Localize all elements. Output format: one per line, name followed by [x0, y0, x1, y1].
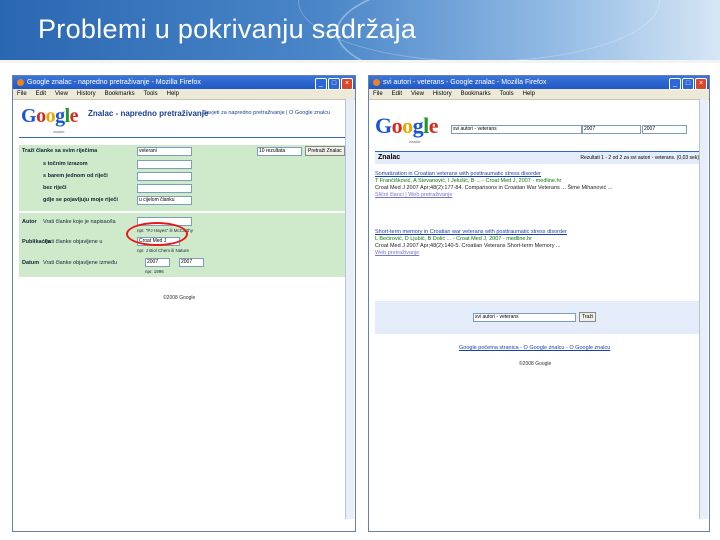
results-count-select[interactable]: 10 rezultata: [257, 147, 302, 156]
menu-help[interactable]: Help: [167, 91, 179, 97]
result-authors: T Frančišković, A Stevanović, I Jelušić,…: [375, 178, 562, 184]
close-button[interactable]: ×: [341, 78, 353, 90]
logo-subtitle: znalac: [409, 139, 421, 144]
window-title: Google znalac - napredno pretraživanje -…: [27, 79, 201, 86]
copyright: ©2008 Google: [163, 295, 196, 301]
result-item: Somatization in Croatian veterans with p…: [375, 171, 695, 199]
vertical-scrollbar[interactable]: [699, 99, 708, 519]
close-button[interactable]: ×: [695, 78, 707, 90]
minimize-button[interactable]: _: [315, 78, 327, 90]
bottom-search-button[interactable]: Traži: [579, 312, 596, 322]
minimize-button[interactable]: _: [669, 78, 681, 90]
menu-view[interactable]: View: [55, 91, 68, 97]
menu-history[interactable]: History: [77, 91, 96, 97]
maximize-button[interactable]: □: [682, 78, 694, 90]
all-words-input[interactable]: veterani: [137, 147, 192, 156]
copyright: ©2008 Google: [519, 361, 552, 367]
bottom-search-panel: svi autori - veterans Traži: [375, 301, 703, 334]
without-input[interactable]: [137, 184, 192, 193]
header-divider: [0, 60, 720, 63]
publication-example: npr. J Biol Chem ili Nature: [137, 248, 190, 253]
result-title-link[interactable]: Somatization in Croatian veterans with p…: [375, 171, 695, 178]
results-stats: Rezultati 1 - 2 od 2 za svi autori - vet…: [580, 155, 699, 161]
year-to-input[interactable]: 2007: [642, 125, 687, 134]
label-without: bez riječi: [43, 185, 67, 191]
window-titlebar: Google znalac - napredno pretraživanje -…: [13, 76, 355, 90]
label-all-words: Traži članke sa svim riječima: [22, 148, 98, 154]
result-snippet: Croat Med J 2007 Apr;48(2):177-84. Compa…: [375, 185, 613, 191]
at-least-one-input[interactable]: [137, 172, 192, 181]
footer-links[interactable]: Google početna stranica - O Google znalc…: [459, 345, 610, 351]
window-titlebar: svi autori - veterans - Google znalac - …: [369, 76, 709, 90]
label-date: Datum: [22, 260, 40, 266]
year-from-input[interactable]: 2007: [582, 125, 641, 134]
google-logo: Google: [375, 113, 439, 138]
result-snippet: Croat Med J 2007 Apr;48(2):140-5. Croati…: [375, 243, 561, 249]
firefox-icon: [17, 78, 24, 86]
date-hint: Vrati članke objavljene između: [43, 260, 118, 266]
menu-bookmarks[interactable]: Bookmarks: [461, 91, 491, 97]
publication-highlight-circle: [126, 222, 188, 246]
slide-header: Problemi u pokrivanju sadržaja: [0, 0, 720, 60]
result-links[interactable]: Slični članci | Web pretraživanje: [375, 192, 695, 199]
author-hint: Vrati članke koje je napisao/la: [43, 219, 116, 225]
header-rule: [19, 137, 349, 138]
browser-window-results: svi autori - veterans - Google znalac - …: [368, 75, 710, 532]
label-where: gdje se pojavljuju moje riječi: [43, 197, 118, 203]
google-logo: Google: [21, 105, 79, 127]
menu-history[interactable]: History: [433, 91, 452, 97]
menu-view[interactable]: View: [411, 91, 424, 97]
maximize-button[interactable]: □: [328, 78, 340, 90]
label-at-least-one: s barem jednom od riječi: [43, 173, 108, 179]
slide-title: Problemi u pokrivanju sadržaja: [38, 14, 417, 44]
year-to-input[interactable]: 2007: [179, 258, 204, 267]
help-links[interactable]: Savjeti za napredno pretraživanje | O Go…: [203, 110, 330, 116]
menu-edit[interactable]: Edit: [36, 91, 46, 97]
where-select[interactable]: u cijelom članku: [137, 196, 192, 205]
search-terms-panel: Traži članke sa svim riječima veterani s…: [19, 145, 349, 211]
search-input[interactable]: svi autori - veterans: [451, 125, 582, 134]
browser-window-advanced-search: Google znalac - napredno pretraživanje -…: [12, 75, 356, 532]
result-links[interactable]: Web pretraživanje: [375, 250, 695, 257]
result-authors: L Bećirović, D Ljubić, B Dolić ... - Cro…: [375, 236, 532, 242]
menu-file[interactable]: File: [373, 91, 383, 97]
results-header-bar: Znalac Rezultati 1 - 2 od 2 za svi autor…: [375, 151, 703, 164]
result-item: Short-term memory in Croatian war vetera…: [375, 229, 695, 257]
menu-help[interactable]: Help: [523, 91, 535, 97]
menu-tools[interactable]: Tools: [500, 91, 514, 97]
search-button[interactable]: Pretraži Znalac: [305, 146, 345, 156]
date-example: npr. 1996: [145, 269, 164, 274]
menu-edit[interactable]: Edit: [392, 91, 402, 97]
menu-tools[interactable]: Tools: [144, 91, 158, 97]
result-title-link[interactable]: Short-term memory in Croatian war vetera…: [375, 229, 695, 236]
exact-phrase-input[interactable]: [137, 160, 192, 169]
section-label: Znalac: [378, 154, 401, 161]
filters-panel: Autor Vrati članke koje je napisao/la np…: [19, 213, 349, 277]
vertical-scrollbar[interactable]: [345, 99, 354, 519]
publication-hint: Vrati članke objavljene u: [43, 239, 103, 245]
label-author: Autor: [22, 219, 37, 225]
page-title: Znalac - napredno pretraživanje: [88, 109, 209, 118]
menu-file[interactable]: File: [17, 91, 27, 97]
bottom-search-input[interactable]: svi autori - veterans: [473, 313, 576, 322]
menu-bookmarks[interactable]: Bookmarks: [105, 91, 135, 97]
logo-subtitle: znalac: [53, 129, 65, 134]
firefox-icon: [373, 78, 380, 86]
label-exact-phrase: s točnim izrazom: [43, 161, 88, 167]
year-from-input[interactable]: 2007: [145, 258, 170, 267]
window-title: svi autori - veterans - Google znalac - …: [383, 79, 547, 86]
